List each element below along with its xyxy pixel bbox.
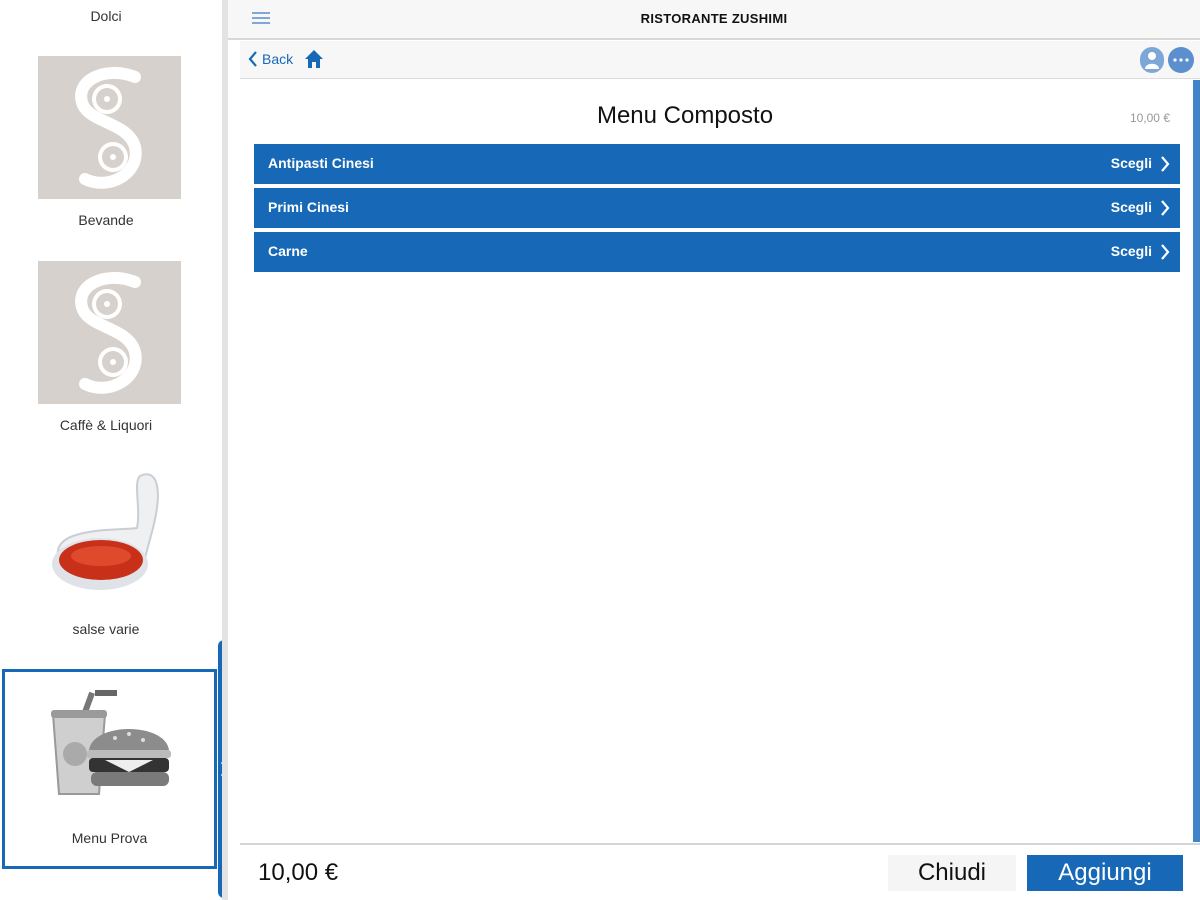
menu-section-label: Primi Cinesi bbox=[268, 199, 349, 215]
category-label-salse-varie[interactable]: salse varie bbox=[0, 621, 212, 637]
chevron-right-icon bbox=[1161, 156, 1170, 172]
menu-detail-content: Menu Composto 10,00 € Antipasti Cinesi S… bbox=[240, 80, 1196, 842]
category-item-menu-prova[interactable]: Menu Prova bbox=[2, 669, 217, 869]
top-bar: RISTORANTE ZUSHIMI bbox=[228, 0, 1200, 40]
home-icon bbox=[305, 50, 323, 68]
menu-section-label: Antipasti Cinesi bbox=[268, 155, 374, 171]
chevron-left-icon bbox=[248, 51, 257, 67]
app-title: RISTORANTE ZUSHIMI bbox=[640, 11, 788, 26]
more-dots-icon bbox=[1173, 58, 1189, 62]
choose-link[interactable]: Scegli bbox=[1111, 199, 1152, 215]
chevron-right-icon bbox=[1161, 244, 1170, 260]
close-button[interactable]: Chiudi bbox=[888, 855, 1016, 891]
category-sidebar: Dolci Bevande Caffè & Liquori salse vari… bbox=[0, 0, 222, 900]
chevron-right-icon bbox=[1161, 200, 1170, 216]
restaurant-logo-icon bbox=[74, 66, 142, 189]
add-button[interactable]: Aggiungi bbox=[1027, 855, 1183, 891]
category-thumb-bevande[interactable] bbox=[38, 56, 181, 199]
menu-section-row[interactable]: Antipasti Cinesi Scegli bbox=[254, 144, 1180, 184]
back-button[interactable]: Back bbox=[248, 51, 293, 67]
footer-bar: 10,00 € Chiudi Aggiungi bbox=[240, 843, 1200, 900]
category-label-menu-prova: Menu Prova bbox=[71, 830, 148, 846]
sauce-spoon-icon bbox=[51, 472, 159, 590]
restaurant-logo-icon bbox=[74, 271, 142, 394]
menu-section-row[interactable]: Primi Cinesi Scegli bbox=[254, 188, 1180, 228]
category-thumb-salse-varie[interactable] bbox=[38, 466, 181, 609]
burger-drink-icon bbox=[51, 690, 171, 795]
more-options-button[interactable] bbox=[1168, 47, 1194, 73]
category-label-bevande[interactable]: Bevande bbox=[0, 212, 212, 228]
menu-price: 10,00 € bbox=[1129, 111, 1170, 125]
category-label-caffe-liquori[interactable]: Caffè & Liquori bbox=[0, 417, 212, 433]
user-icon bbox=[1145, 52, 1159, 69]
menu-title: Menu Composto bbox=[596, 102, 774, 129]
menu-section-row[interactable]: Carne Scegli bbox=[254, 232, 1180, 272]
right-edge-bar bbox=[1193, 80, 1200, 842]
home-button[interactable] bbox=[304, 49, 324, 74]
menu-section-label: Carne bbox=[268, 243, 308, 259]
choose-link[interactable]: Scegli bbox=[1111, 155, 1152, 171]
back-button-label: Back bbox=[262, 51, 294, 67]
nav-bar: Back bbox=[240, 41, 1200, 79]
choose-link[interactable]: Scegli bbox=[1111, 243, 1152, 259]
category-label-dolci[interactable]: Dolci bbox=[0, 8, 212, 24]
user-profile-button[interactable] bbox=[1140, 47, 1164, 73]
main-panel: RISTORANTE ZUSHIMI Back Menu Composto 10… bbox=[228, 0, 1200, 900]
total-price: 10,00 € bbox=[258, 859, 339, 886]
category-thumb-caffe-liquori[interactable] bbox=[38, 261, 181, 404]
